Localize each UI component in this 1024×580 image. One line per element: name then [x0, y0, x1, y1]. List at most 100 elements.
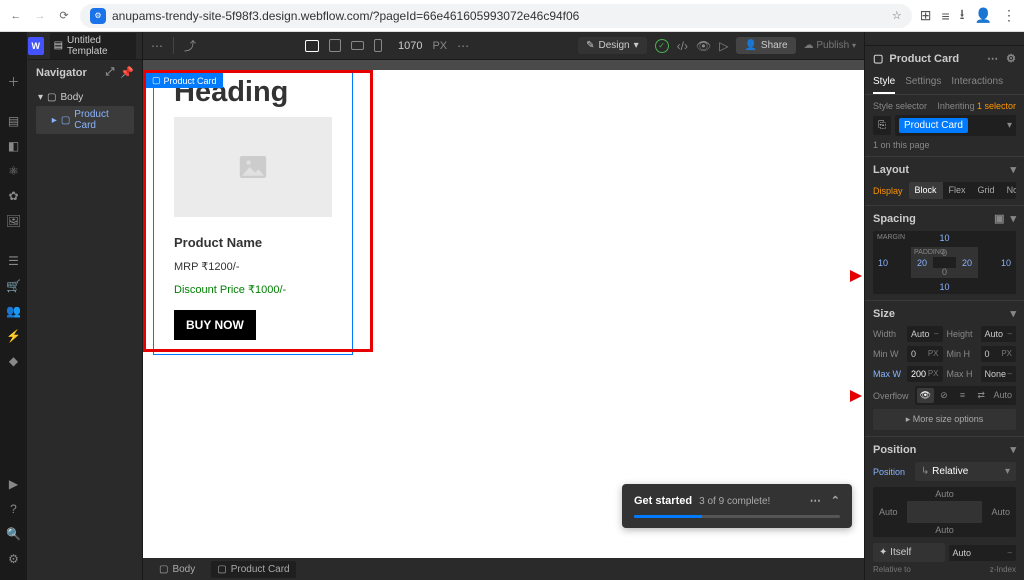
- product-discount[interactable]: Discount Price ₹1000/-: [174, 283, 332, 296]
- width-input[interactable]: Auto–: [907, 326, 943, 342]
- toast-more-icon[interactable]: ⋯: [810, 494, 821, 507]
- height-input[interactable]: Auto–: [981, 326, 1017, 342]
- browser-menu[interactable]: ⋮: [1002, 7, 1016, 24]
- padding-top[interactable]: 0: [942, 248, 947, 258]
- margin-right[interactable]: 10: [1001, 258, 1011, 268]
- onboarding-toast[interactable]: Get started 3 of 9 complete! ⋯ ⌃: [622, 484, 852, 528]
- settings-gear-icon[interactable]: ⚙: [1006, 52, 1016, 65]
- breadcrumb-body[interactable]: ▢ Body: [153, 561, 201, 578]
- settings-icon[interactable]: ⚙: [6, 551, 22, 567]
- collapse-icon[interactable]: ⤢: [105, 66, 114, 79]
- search-icon[interactable]: 🔍: [6, 526, 22, 542]
- overflow-visible[interactable]: 👁: [917, 388, 934, 403]
- browser-forward[interactable]: →: [32, 8, 48, 24]
- buy-now-button[interactable]: BUY NOW: [174, 310, 256, 340]
- spacing-link-icon[interactable]: ▣: [994, 212, 1004, 225]
- video-icon[interactable]: ▶: [6, 476, 22, 492]
- code-icon[interactable]: ‹/›: [677, 39, 688, 53]
- help-icon[interactable]: ?: [6, 501, 22, 517]
- status-check-icon[interactable]: ✓: [655, 39, 669, 53]
- product-mrp[interactable]: MRP ₹1200/-: [174, 260, 332, 273]
- webflow-logo[interactable]: W: [28, 37, 44, 55]
- padding-bottom[interactable]: 0: [942, 267, 947, 277]
- overflow-auto[interactable]: Auto: [992, 388, 1015, 403]
- tab-settings[interactable]: Settings: [905, 71, 941, 94]
- add-element-icon[interactable]: ＋: [6, 73, 22, 89]
- maxh-input[interactable]: None–: [981, 366, 1017, 382]
- product-name[interactable]: Product Name: [174, 235, 332, 250]
- display-flex[interactable]: Flex: [943, 182, 972, 199]
- share-button[interactable]: 👤 Share: [736, 37, 795, 54]
- breadcrumb-product-card[interactable]: ▢ Product Card: [211, 561, 295, 578]
- class-chip[interactable]: Product Card: [899, 118, 968, 133]
- position-offset-editor[interactable]: Auto Auto Auto Auto: [873, 487, 1016, 537]
- pages-icon[interactable]: ▤: [6, 113, 22, 129]
- page-selector[interactable]: ▤ Untitled Template: [50, 33, 136, 59]
- bp-desktop[interactable]: [305, 40, 319, 52]
- product-card-element[interactable]: Heading Product Name MRP ₹1200/- Discoun…: [153, 70, 353, 355]
- profile-avatar[interactable]: 👤: [975, 7, 992, 24]
- tree-item-product-card[interactable]: ▸ ▢ Product Card: [36, 106, 134, 134]
- cms-icon[interactable]: ☰: [6, 253, 22, 269]
- chevron-down-icon[interactable]: ▾: [1010, 212, 1016, 225]
- users-icon[interactable]: 👥: [6, 303, 22, 319]
- overflow-hidden[interactable]: ⊘: [936, 388, 953, 403]
- site-info-icon[interactable]: ⚙: [90, 8, 106, 24]
- zindex-input[interactable]: Auto–: [949, 545, 1017, 561]
- relative-to-select[interactable]: ✦ Itself: [873, 543, 945, 562]
- unknown-ext-icon[interactable]: ≡: [941, 8, 949, 24]
- assets-icon[interactable]: 🖼: [6, 213, 22, 229]
- image-placeholder[interactable]: [174, 117, 332, 217]
- bp-phone[interactable]: [374, 39, 382, 52]
- pin-icon[interactable]: 📌: [120, 66, 134, 79]
- play-icon[interactable]: ▷: [719, 39, 728, 53]
- minh-input[interactable]: 0PX: [981, 346, 1017, 362]
- browser-reload[interactable]: ⟳: [56, 8, 72, 24]
- display-block[interactable]: Block: [909, 182, 943, 199]
- canvas-width[interactable]: 1070: [398, 40, 422, 52]
- chevron-down-icon[interactable]: ▾: [1010, 307, 1016, 320]
- preview-icon[interactable]: 👁: [696, 39, 711, 53]
- toast-collapse-icon[interactable]: ⌃: [831, 494, 840, 507]
- components-icon[interactable]: ◧: [6, 138, 22, 154]
- position-select[interactable]: ↳ Relative ▾: [915, 462, 1016, 481]
- logic-icon[interactable]: ⚡: [6, 328, 22, 344]
- extensions-icon[interactable]: ⊞: [920, 7, 932, 24]
- class-selector[interactable]: Product Card ▾: [895, 115, 1016, 136]
- spacing-editor[interactable]: MARGIN 10 10 10 10 PADDING 0 0 20 20: [873, 231, 1016, 294]
- overflow-scroll-x[interactable]: ⇄: [973, 388, 990, 403]
- ecommerce-icon[interactable]: 🛒: [6, 278, 22, 294]
- more-icon[interactable]: ⋯: [987, 52, 998, 65]
- more-size-options[interactable]: ▸ More size options: [873, 409, 1016, 430]
- tab-style[interactable]: Style: [873, 71, 895, 94]
- mode-toggle[interactable]: ✎ Design ▾: [578, 37, 647, 54]
- download-icon[interactable]: ⭳: [960, 4, 965, 28]
- padding-right[interactable]: 20: [962, 258, 972, 268]
- variables-icon[interactable]: ⚛: [6, 163, 22, 179]
- bp-tablet[interactable]: [329, 39, 341, 52]
- minw-input[interactable]: 0PX: [907, 346, 943, 362]
- selector-target-icon[interactable]: ⎘: [873, 116, 891, 135]
- tab-interactions[interactable]: Interactions: [951, 71, 1003, 94]
- chevron-down-icon[interactable]: ▾: [1010, 163, 1016, 176]
- padding-left[interactable]: 20: [917, 258, 927, 268]
- selection-badge[interactable]: ▢ Product Card: [146, 73, 223, 88]
- star-icon[interactable]: ☆: [892, 9, 902, 22]
- publish-button[interactable]: ☁ Publish ▾: [804, 40, 856, 51]
- tree-item-body[interactable]: ▾ ▢ Body: [36, 89, 134, 106]
- bp-add-icon[interactable]: ⋯: [457, 39, 469, 53]
- toast-title: Get started: [634, 495, 692, 507]
- styles-icon[interactable]: ✿: [6, 188, 22, 204]
- apps-icon[interactable]: ◆: [6, 353, 22, 369]
- chevron-down-icon[interactable]: ▾: [1010, 443, 1016, 456]
- overflow-scroll[interactable]: ≡: [954, 388, 971, 403]
- browser-url-bar[interactable]: ⚙ anupams-trendy-site-5f98f3.design.webf…: [80, 4, 912, 28]
- more-icon[interactable]: ⋯: [151, 39, 163, 53]
- export-icon[interactable]: ⤴: [173, 37, 196, 54]
- margin-left[interactable]: 10: [878, 258, 888, 268]
- maxw-input[interactable]: 200PX: [907, 366, 943, 382]
- browser-back[interactable]: ←: [8, 8, 24, 24]
- display-grid[interactable]: Grid: [972, 182, 1001, 199]
- display-none[interactable]: None: [1001, 182, 1016, 199]
- bp-phone-landscape[interactable]: [351, 41, 364, 50]
